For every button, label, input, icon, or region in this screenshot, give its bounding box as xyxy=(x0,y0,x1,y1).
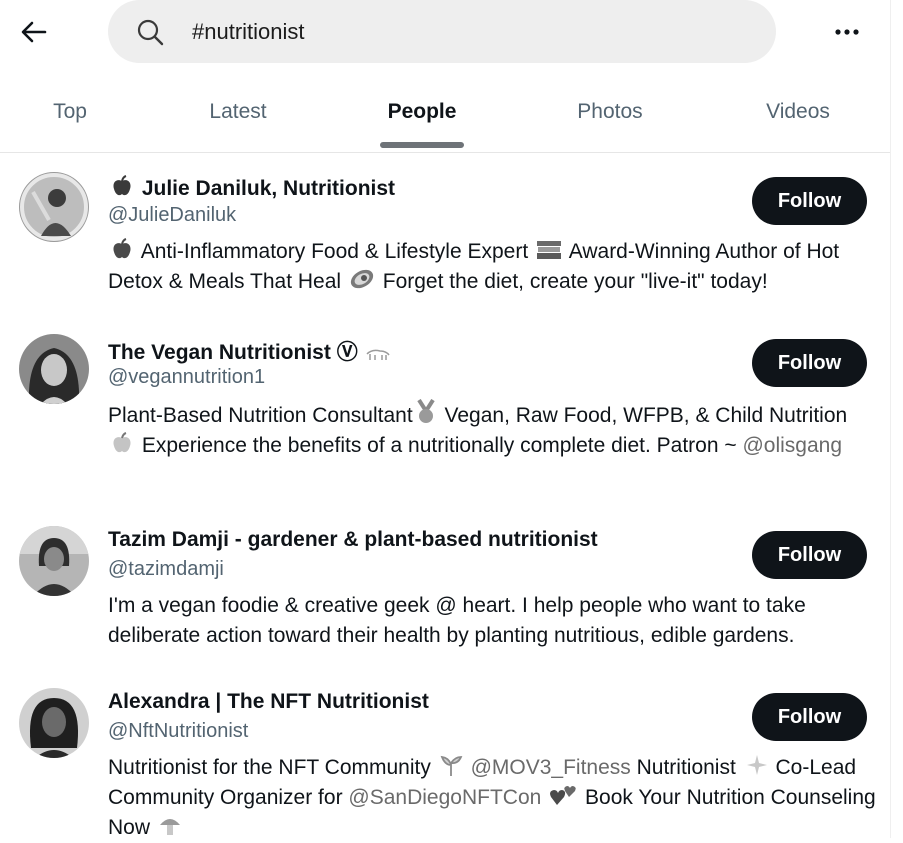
tabs-divider xyxy=(0,152,890,153)
tab-photos[interactable]: Photos xyxy=(560,82,660,148)
mention-link[interactable]: @SanDiegoNFTCon xyxy=(348,786,541,809)
user-bio: I'm a vegan foodie & creative geek @ hea… xyxy=(108,594,806,647)
user-handle: @JulieDaniluk xyxy=(108,204,237,226)
mushroom-icon xyxy=(159,819,180,835)
user-handle: @tazimdamji xyxy=(108,558,224,580)
mention-link[interactable]: @MOV3_Fitness xyxy=(471,756,631,779)
user-name[interactable]: Julie Daniluk, Nutritionist xyxy=(108,174,395,201)
back-button[interactable] xyxy=(14,12,54,52)
avatar-image xyxy=(19,334,89,404)
follow-button[interactable]: Follow xyxy=(752,531,867,579)
avatar-image xyxy=(19,688,89,758)
tab-latest[interactable]: Latest xyxy=(188,82,288,148)
apple-icon xyxy=(113,238,131,259)
search-query: #nutritionist xyxy=(192,19,305,44)
active-tab-indicator xyxy=(380,142,464,148)
column-border xyxy=(890,0,891,838)
follow-button[interactable]: Follow xyxy=(752,177,867,225)
vegan-symbol: Ⓥ xyxy=(336,341,358,364)
search-tabs: Top Latest People Photos Videos xyxy=(0,82,890,152)
more-horizontal-icon xyxy=(835,29,859,35)
user-name[interactable]: The Vegan Nutritionist Ⓥ xyxy=(108,336,392,366)
arrow-left-icon xyxy=(21,21,47,43)
user-cell[interactable]: The Vegan Nutritionist Ⓥ @vegannutrition… xyxy=(0,332,890,502)
search-header: #nutritionist xyxy=(0,0,890,64)
avatar[interactable] xyxy=(19,172,89,242)
tab-top[interactable]: Top xyxy=(20,82,120,148)
user-cell[interactable]: Tazim Damji - gardener & plant-based nut… xyxy=(0,524,890,664)
user-name[interactable]: Tazim Damji - gardener & plant-based nut… xyxy=(108,528,598,552)
follow-button[interactable]: Follow xyxy=(752,339,867,387)
avatar[interactable] xyxy=(19,688,89,758)
apple-icon xyxy=(113,175,131,196)
search-icon xyxy=(137,19,164,46)
books-icon xyxy=(537,241,562,259)
mention-link[interactable]: @olisgang xyxy=(742,434,842,457)
user-bio: Plant-Based Nutrition Consultant Vegan, … xyxy=(108,399,878,461)
avatar-image xyxy=(19,172,89,242)
green-apple-icon xyxy=(113,432,131,453)
sparkles-icon xyxy=(746,755,767,775)
medal-icon xyxy=(416,399,435,423)
user-bio: Nutritionist for the NFT Community @MOV3… xyxy=(108,753,878,843)
leopard-icon xyxy=(366,349,390,360)
avocado-icon xyxy=(350,269,374,289)
search-input[interactable]: #nutritionist xyxy=(108,0,776,63)
seedling-icon xyxy=(440,755,463,776)
user-bio: Anti-Inflammatory Food & Lifestyle Exper… xyxy=(108,237,878,297)
avatar[interactable] xyxy=(19,526,89,596)
avatar-image xyxy=(19,526,89,596)
two-hearts-icon xyxy=(550,786,576,805)
user-handle: @vegannutrition1 xyxy=(108,366,266,388)
user-cell[interactable]: Julie Daniluk, Nutritionist @JulieDanilu… xyxy=(0,170,890,320)
follow-button[interactable]: Follow xyxy=(752,693,867,741)
more-options-button[interactable] xyxy=(826,14,868,50)
tab-people[interactable]: People xyxy=(372,82,472,148)
tab-videos[interactable]: Videos xyxy=(748,82,848,148)
avatar[interactable] xyxy=(19,334,89,404)
user-cell[interactable]: Alexandra | The NFT Nutritionist @NftNut… xyxy=(0,686,890,839)
user-name[interactable]: Alexandra | The NFT Nutritionist xyxy=(108,690,429,714)
user-handle: @NftNutritionist xyxy=(108,720,249,742)
